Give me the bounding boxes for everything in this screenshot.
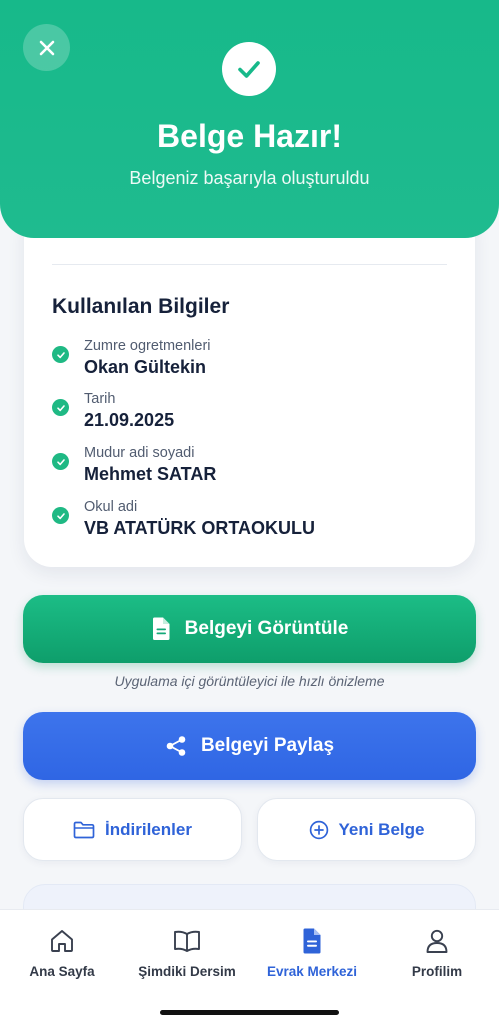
success-header: Belge Hazır! Belgeniz başarıyla oluşturu… bbox=[0, 0, 499, 238]
nav-item-label: Evrak Merkezi bbox=[266, 964, 358, 979]
home-indicator[interactable] bbox=[160, 1010, 339, 1015]
close-button[interactable] bbox=[23, 24, 70, 71]
view-document-button[interactable]: Belgeyi Görüntüle bbox=[23, 595, 476, 663]
new-document-label: Yeni Belge bbox=[338, 819, 425, 839]
nav-item-label: Şimdiki Dersim bbox=[138, 964, 236, 979]
card-divider bbox=[52, 264, 447, 265]
success-check-icon bbox=[222, 42, 276, 96]
nav-item-profile[interactable]: Profilim bbox=[375, 926, 499, 979]
used-info-card: Kullanılan Bilgiler Zumre ogretmenleri O… bbox=[24, 205, 475, 567]
nav-item-label: Profilim bbox=[411, 964, 463, 979]
book-icon bbox=[174, 930, 200, 952]
plus-circle-icon bbox=[309, 820, 328, 839]
nav-item-current-lesson[interactable]: Şimdiki Dersim bbox=[125, 926, 249, 979]
info-value: Mehmet SATAR bbox=[84, 464, 217, 484]
downloads-button[interactable]: İndirilenler bbox=[23, 798, 242, 861]
nav-item-home[interactable]: Ana Sayfa bbox=[0, 926, 124, 979]
document-icon bbox=[152, 617, 170, 640]
info-value: Okan Gültekin bbox=[84, 357, 207, 377]
check-icon bbox=[52, 399, 69, 416]
check-icon bbox=[52, 346, 69, 363]
info-label: Zumre ogretmenleri bbox=[84, 338, 211, 354]
info-label: Mudur adi soyadi bbox=[84, 445, 195, 461]
view-document-label: Belgeyi Görüntüle bbox=[184, 618, 349, 639]
folder-icon bbox=[73, 821, 95, 838]
document-icon bbox=[303, 928, 321, 954]
info-value: VB ATATÜRK ORTAOKULU bbox=[84, 518, 315, 538]
new-document-button[interactable]: Yeni Belge bbox=[257, 798, 476, 861]
nav-item-documents[interactable]: Evrak Merkezi bbox=[250, 926, 374, 979]
view-hint: Uygulama içi görüntüleyici ile hızlı öni… bbox=[114, 673, 385, 689]
check-icon bbox=[52, 507, 69, 524]
share-icon bbox=[166, 736, 186, 756]
bottom-navigation: Ana Sayfa Şimdiki Dersim Evrak Merkezi P… bbox=[0, 909, 499, 1024]
share-document-button[interactable]: Belgeyi Paylaş bbox=[23, 712, 476, 780]
info-label: Okul adi bbox=[84, 499, 138, 515]
card-title: Kullanılan Bilgiler bbox=[52, 295, 230, 318]
info-value: 21.09.2025 bbox=[84, 410, 175, 430]
info-label: Tarih bbox=[84, 391, 116, 407]
nav-item-label: Ana Sayfa bbox=[29, 964, 95, 979]
close-icon bbox=[39, 40, 54, 55]
check-icon bbox=[52, 453, 69, 470]
downloads-label: İndirilenler bbox=[105, 819, 192, 839]
home-icon bbox=[51, 930, 73, 952]
user-icon bbox=[426, 929, 448, 953]
page-subtitle: Belgeniz başarıyla oluşturuldu bbox=[129, 168, 370, 188]
page-title: Belge Hazır! bbox=[157, 118, 342, 154]
share-document-label: Belgeyi Paylaş bbox=[200, 735, 335, 756]
